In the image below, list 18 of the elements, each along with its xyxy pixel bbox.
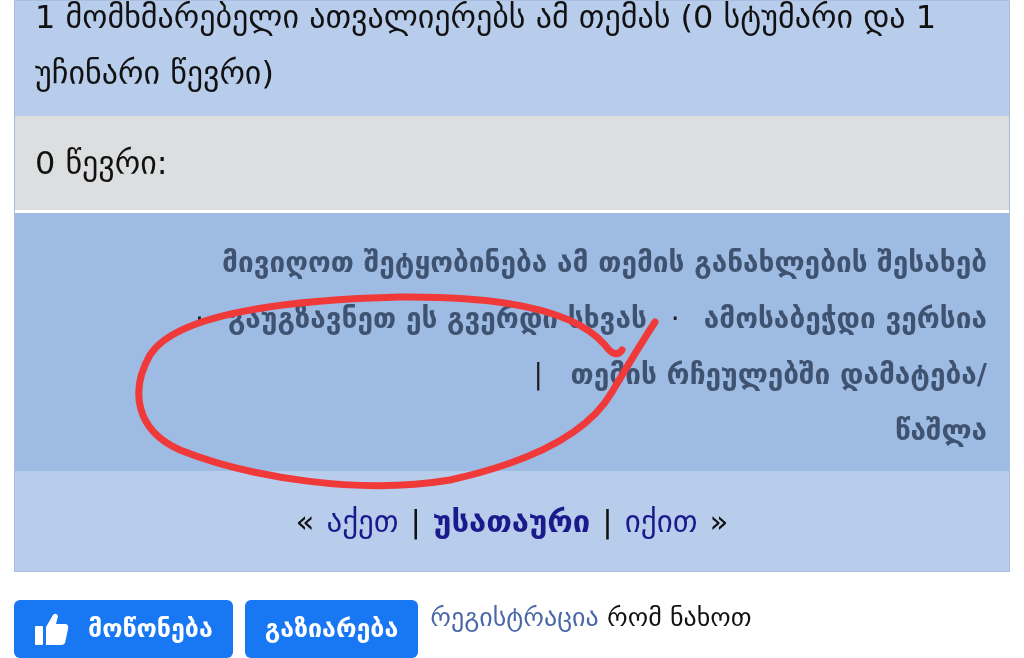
register-link[interactable]: რეგისტრაცია (430, 602, 599, 632)
separator: · (670, 301, 680, 337)
separator: | (410, 501, 422, 542)
current-topic: უსათაური (433, 501, 591, 541)
action-link[interactable]: მივიღოთ შეტყობინება ამ თემის განახლების შესახებ (145, 235, 987, 291)
register-text: რეგისტრაცია რომ ნახოთ (430, 601, 752, 634)
online-users-text: 1 მომხმარებელი ათვალიერებს ამ თემას (0 სტუმარი და 1 უჩინარი წევრი) (35, 1, 938, 94)
separator: | (602, 501, 613, 542)
pagination-link[interactable]: იქით (624, 497, 698, 545)
thumbs-up-icon (34, 612, 70, 646)
action-link[interactable]: ამოსაბეჭდი ვერსია (703, 291, 987, 347)
pagination-arrow: « (295, 501, 315, 541)
share-button[interactable]: გაზიარება (244, 600, 419, 658)
pagination-link[interactable]: აქეთ (326, 497, 399, 545)
separator: | (533, 357, 543, 393)
pagination-arrow: » (709, 501, 729, 541)
like-button[interactable]: მოწონება (14, 600, 233, 658)
members-label: 0 წევრი: (35, 143, 168, 184)
